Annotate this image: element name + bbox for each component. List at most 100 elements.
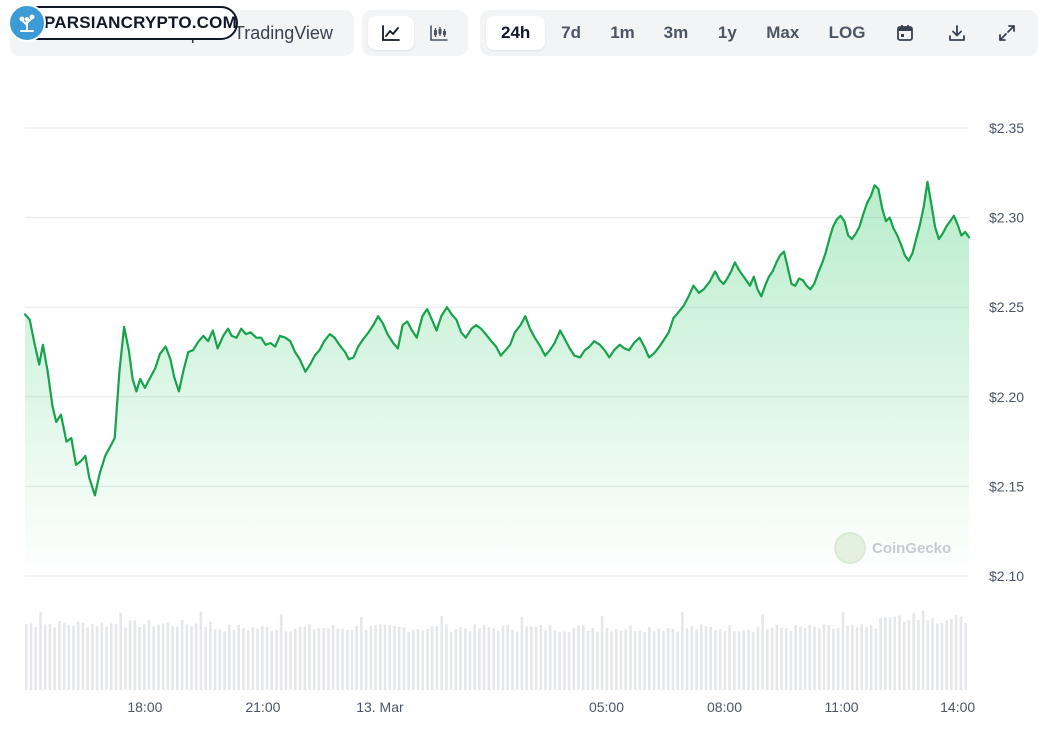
volume-bar xyxy=(638,630,642,690)
volume-bar xyxy=(657,628,661,690)
volume-bar xyxy=(138,627,141,690)
volume-bar xyxy=(223,631,226,690)
volume-bar xyxy=(341,628,344,690)
x-tick-label: 21:00 xyxy=(245,699,280,715)
volume-bar xyxy=(459,627,462,690)
volume-bar xyxy=(294,628,297,690)
volume-bar xyxy=(879,617,882,690)
volume-bar xyxy=(58,621,61,690)
volume-bar xyxy=(912,613,915,690)
volume-bar xyxy=(379,624,382,690)
volume-bar xyxy=(143,624,146,690)
x-tick-label: 14:00 xyxy=(940,699,975,715)
x-axis: 18:00 21:00 13. Mar 05:00 08:00 11:00 14:00 xyxy=(127,699,975,715)
volume-bar xyxy=(218,629,222,690)
coingecko-text: CoinGecko xyxy=(872,539,952,557)
volume-bar xyxy=(43,624,47,690)
volume-bar xyxy=(416,629,420,690)
volume-bar xyxy=(364,629,368,690)
volume-bar xyxy=(624,629,627,690)
coingecko-logo-icon xyxy=(834,532,866,564)
volume-bar xyxy=(898,615,901,690)
volume-bar xyxy=(695,629,698,690)
volume-bar xyxy=(794,624,797,690)
volume-bar xyxy=(619,630,623,690)
volume-bar xyxy=(666,628,670,690)
volume-bar xyxy=(539,625,543,690)
volume-bar xyxy=(827,624,830,690)
volume-bar xyxy=(232,630,236,690)
volume-bar xyxy=(756,627,760,690)
volume-bar xyxy=(34,627,37,690)
volume-bar xyxy=(388,625,391,690)
watermark-text: PARSIANCRYPTO.COM xyxy=(44,13,237,32)
volume-bar xyxy=(48,623,52,690)
volume-bar xyxy=(53,627,56,690)
volume-bar xyxy=(662,631,665,690)
volume-bar xyxy=(591,628,594,690)
volume-bar xyxy=(959,616,963,690)
volume-bar xyxy=(907,620,911,690)
volume-bar xyxy=(582,625,585,690)
volume-bar xyxy=(950,619,953,690)
volume-bar xyxy=(119,612,122,690)
volume-bar xyxy=(799,626,802,690)
volume-bar xyxy=(246,630,250,690)
volume-bar xyxy=(506,624,509,690)
volume-bar xyxy=(39,612,42,690)
volume-bar xyxy=(945,620,948,690)
volume-bar xyxy=(86,627,89,690)
x-tick-label: 11:00 xyxy=(825,699,859,715)
volume-bar xyxy=(435,626,439,690)
volume-bar xyxy=(185,624,189,690)
volume-bar xyxy=(251,627,255,690)
volume-bar xyxy=(940,623,944,690)
volume-bar xyxy=(936,623,939,690)
volume-bar xyxy=(76,621,80,690)
y-axis: $2.10 $2.15 $2.20 $2.25 $2.30 $2.35 xyxy=(989,120,1024,584)
volume-bar xyxy=(770,627,774,690)
volume-bar xyxy=(95,626,99,690)
volume-bar xyxy=(440,615,443,690)
volume-bar xyxy=(492,628,495,690)
volume-bar xyxy=(704,626,708,690)
volume-bar xyxy=(114,624,118,690)
volume-bar xyxy=(728,625,731,690)
volume-bar xyxy=(700,624,703,690)
volume-bar xyxy=(355,626,358,690)
volume-bar xyxy=(921,610,925,690)
volume-bar xyxy=(81,622,85,690)
volume-bar xyxy=(430,626,434,690)
volume-bar xyxy=(893,616,897,690)
volume-bar xyxy=(548,625,552,690)
volume-bar xyxy=(643,632,646,690)
volume-bar xyxy=(572,627,576,690)
volume-bar xyxy=(478,628,481,690)
volume-bar xyxy=(72,625,75,690)
price-chart[interactable]: $2.10 $2.15 $2.20 $2.25 $2.30 $2.35 18:00 21:0… xyxy=(0,0,1042,730)
y-tick-label: $2.20 xyxy=(989,389,1024,405)
volume-bar xyxy=(784,628,788,690)
volume-bar xyxy=(600,615,604,690)
y-tick-label: $2.35 xyxy=(989,120,1024,136)
x-tick-label: 08:00 xyxy=(707,699,742,715)
volume-bar xyxy=(652,631,656,690)
volume-bar xyxy=(718,629,722,690)
x-tick-label: 13. Mar xyxy=(356,699,404,715)
volume-bar xyxy=(841,612,845,690)
volume-bar xyxy=(445,624,448,690)
volume-bar xyxy=(851,624,854,690)
volume-bar xyxy=(171,625,174,690)
volume-bar xyxy=(270,630,273,690)
volume-bar xyxy=(515,631,519,690)
volume-bar xyxy=(346,629,349,690)
volume-bar xyxy=(468,631,472,690)
volume-bar xyxy=(803,628,807,690)
volume-bar xyxy=(209,621,212,690)
volume-bar xyxy=(822,624,826,690)
volume-bar xyxy=(110,623,113,690)
volume-bar xyxy=(501,625,505,690)
volume-bar xyxy=(520,616,524,690)
volume-bar xyxy=(327,628,330,690)
volume-bar xyxy=(563,631,566,690)
